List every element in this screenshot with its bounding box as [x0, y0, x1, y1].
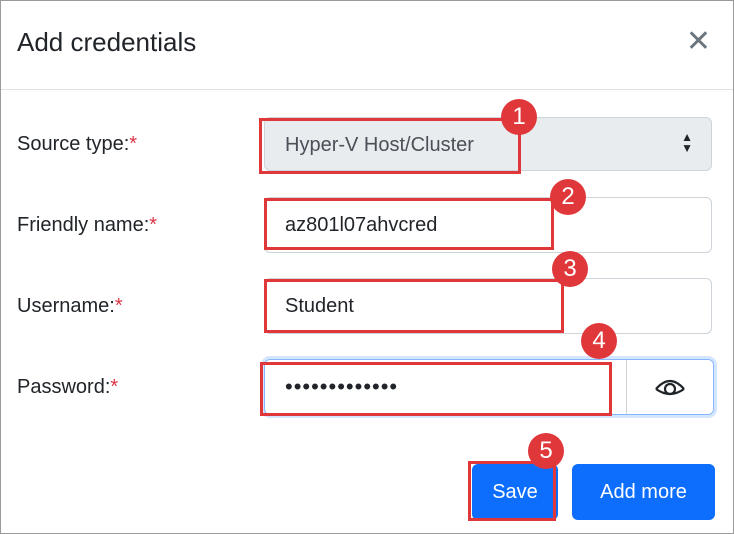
source-type-value: Hyper-V Host/Cluster	[285, 134, 474, 156]
password-input-group[interactable]: •••••••••••••	[264, 359, 714, 415]
dialog-header: Add credentials ✕	[1, 1, 733, 90]
callout-badge-1: 1	[501, 99, 537, 135]
username-label: Username:*	[17, 295, 123, 318]
required-marker: *	[114, 295, 123, 317]
callout-badge-4: 4	[581, 323, 617, 359]
close-icon[interactable]: ✕	[686, 27, 711, 57]
callout-badge-3: 3	[552, 251, 588, 287]
required-marker: *	[149, 214, 158, 236]
password-label-text: Password:	[17, 376, 111, 398]
select-arrows-icon: ▲ ▼	[681, 130, 693, 155]
add-more-button[interactable]: Add more	[572, 464, 715, 520]
add-credentials-dialog: Add credentials ✕ Source type:* Hyper-V …	[0, 0, 734, 534]
show-password-button[interactable]	[626, 360, 713, 414]
eye-icon	[655, 379, 685, 396]
callout-badge-5: 5	[528, 433, 564, 469]
password-label: Password:*	[17, 376, 118, 399]
source-type-label: Source type:*	[17, 133, 137, 156]
source-type-label-text: Source type:	[17, 133, 130, 155]
save-button[interactable]: Save	[472, 464, 558, 520]
dialog-title: Add credentials	[17, 27, 197, 57]
username-value: Student	[285, 295, 354, 317]
username-label-text: Username:	[17, 295, 115, 317]
friendly-name-input[interactable]: az801l07ahvcred	[264, 197, 712, 253]
friendly-name-label: Friendly name:*	[17, 214, 157, 237]
friendly-name-value: az801l07ahvcred	[285, 214, 438, 236]
required-marker: *	[110, 376, 119, 398]
username-input[interactable]: Student	[264, 278, 712, 334]
required-marker: *	[129, 133, 138, 155]
callout-badge-2: 2	[550, 179, 586, 215]
password-value: •••••••••••••	[285, 374, 399, 399]
source-type-select[interactable]: Hyper-V Host/Cluster ▲ ▼	[264, 117, 712, 171]
friendly-name-label-text: Friendly name:	[17, 214, 150, 236]
